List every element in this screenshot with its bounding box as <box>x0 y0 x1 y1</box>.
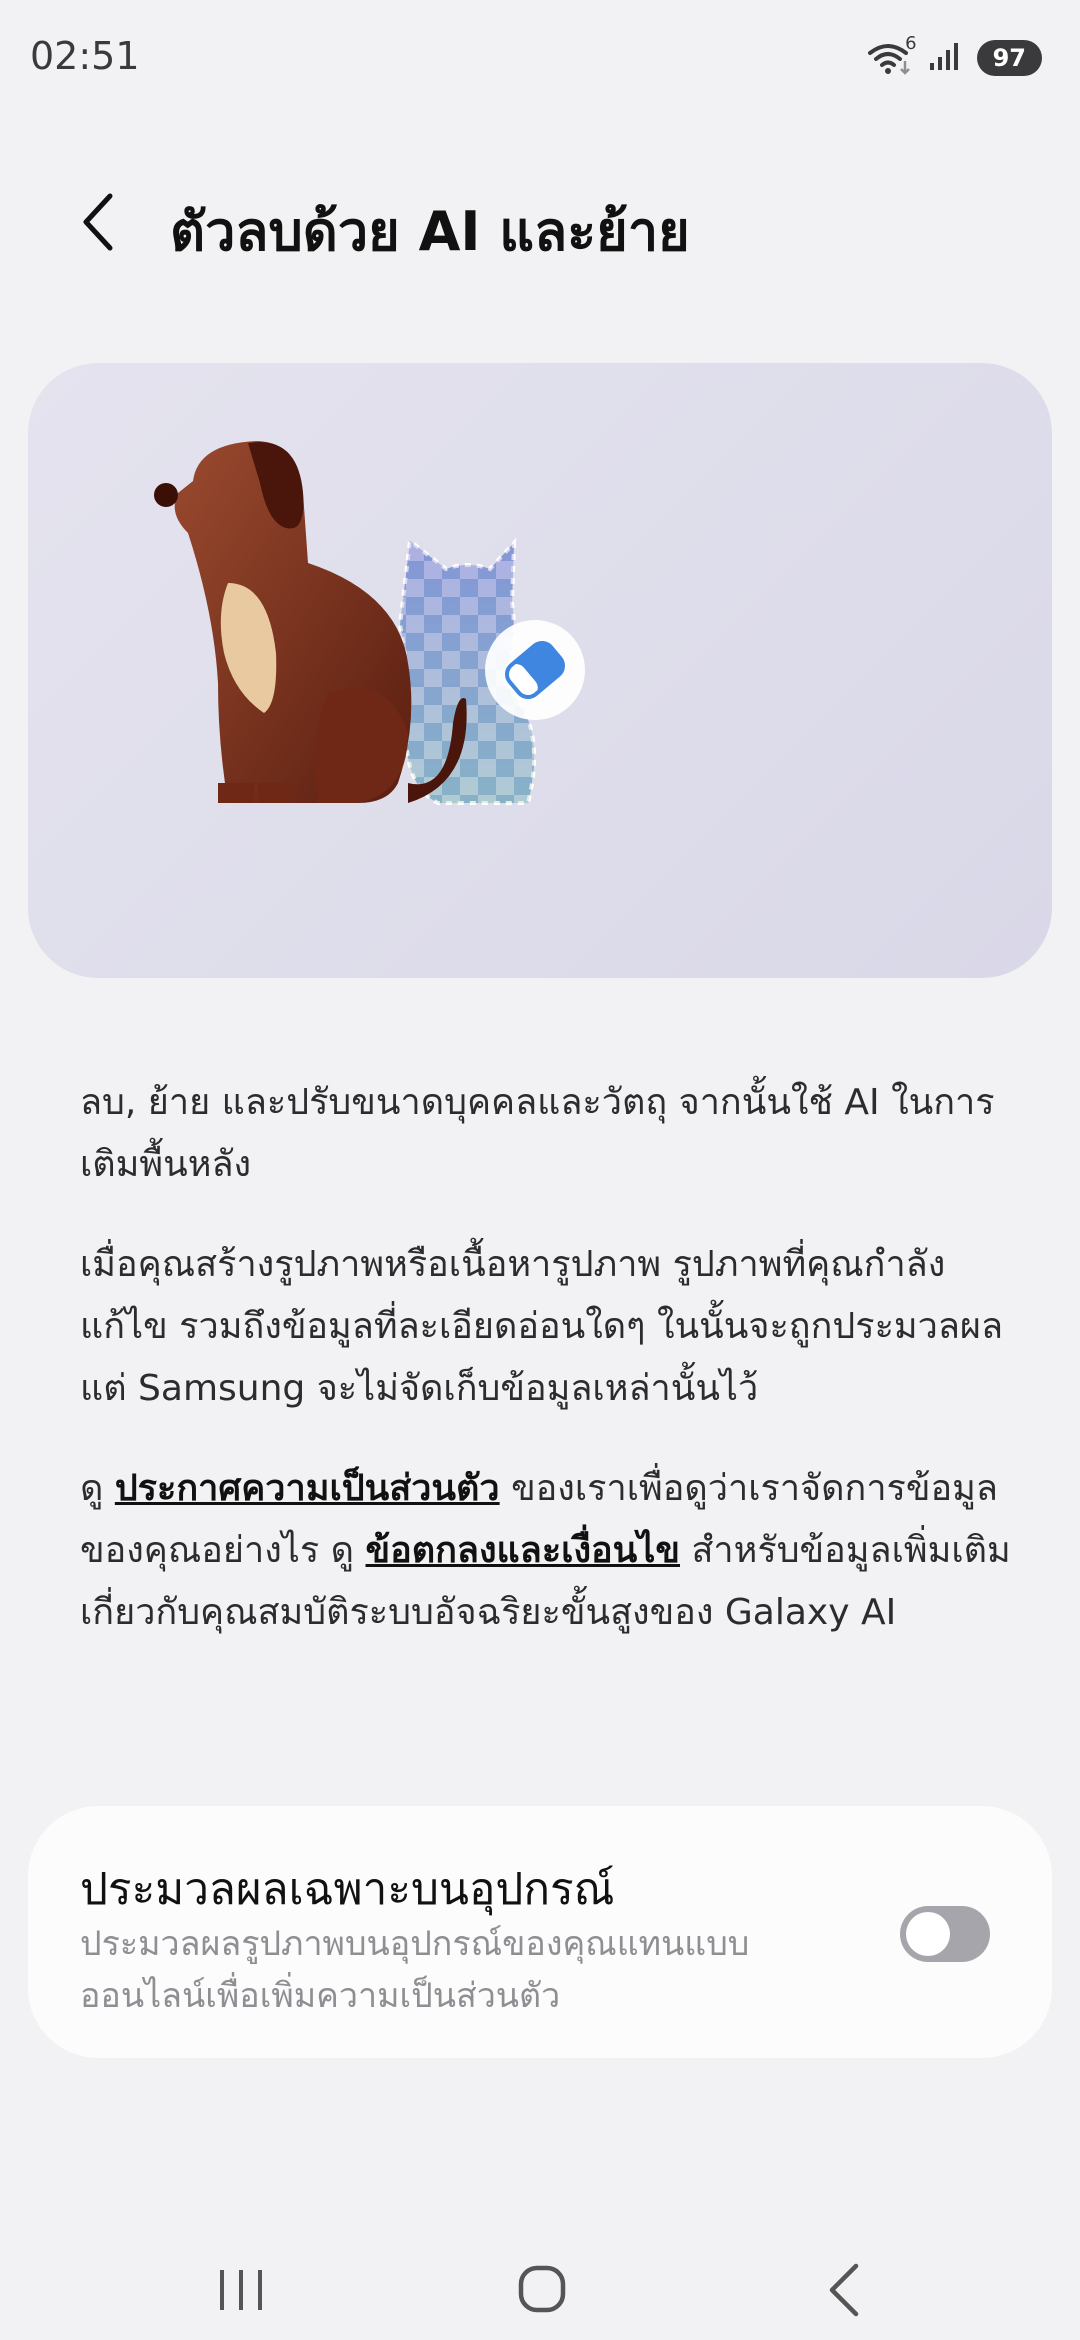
back-button[interactable] <box>70 186 130 256</box>
terms-and-conditions-link[interactable]: ข้อตกลงและเงื่อนไข <box>366 1530 680 1571</box>
nav-back-button[interactable] <box>800 2248 890 2324</box>
description-intro: ลบ, ย้าย และปรับขนาดบุคคลและวัตถุ จากนั้… <box>80 1082 995 1185</box>
chevron-left-icon <box>83 193 113 251</box>
hero-card <box>28 363 1052 978</box>
wifi-badge: 6 <box>905 33 917 54</box>
page-title: ตัวลบด้วย AI และย้าย <box>170 200 690 263</box>
app-header: ตัวลบด้วย AI และย้าย <box>0 160 1080 280</box>
on-device-processing-switch[interactable] <box>900 1906 990 1962</box>
recent-apps-icon <box>220 2270 262 2310</box>
status-icons: 6 97 <box>867 33 1042 76</box>
on-device-processing-title: ประมวลผลเฉพาะบนอุปกรณ์ <box>80 1864 615 1915</box>
recent-apps-button[interactable] <box>196 2248 286 2324</box>
eraser-icon <box>485 620 585 720</box>
privacy-notice-link[interactable]: ประกาศความเป็นส่วนตัว <box>115 1468 500 1509</box>
links-prefix: ดู <box>80 1468 115 1509</box>
home-icon <box>518 2265 566 2313</box>
status-bar: 02:51 6 97 <box>0 0 1080 120</box>
on-device-processing-subtitle: ประมวลผลรูปภาพบนอุปกรณ์ของคุณแทนแบบออนไล… <box>80 1924 750 2016</box>
home-button[interactable] <box>496 2248 586 2324</box>
switch-knob <box>906 1912 950 1956</box>
dog-and-erased-cat-illustration <box>154 441 585 805</box>
on-device-processing-card[interactable]: ประมวลผลเฉพาะบนอุปกรณ์ ประมวลผลรูปภาพบนอ… <box>28 1806 1052 2058</box>
wifi-icon: 6 <box>867 33 917 75</box>
battery-icon: 97 <box>976 40 1042 76</box>
description-links: ดู ประกาศความเป็นส่วนตัว ของเราเพื่อดูว่… <box>80 1458 1020 1644</box>
status-time: 02:51 <box>30 34 140 78</box>
description-privacy-processing: เมื่อคุณสร้างรูปภาพหรือเนื้อหารูปภาพ รูป… <box>80 1244 1004 1409</box>
signal-icon <box>929 41 961 75</box>
back-icon <box>829 2263 859 2317</box>
navigation-bar <box>0 2230 1080 2340</box>
